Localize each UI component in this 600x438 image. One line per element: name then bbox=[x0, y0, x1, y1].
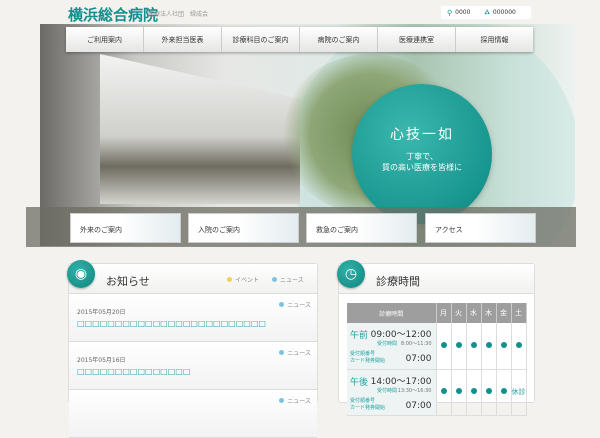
broadcast-icon: ◉ bbox=[67, 260, 95, 288]
sitemap-icon: ⛼ bbox=[484, 8, 490, 16]
available-dot bbox=[451, 369, 467, 416]
hospital-logo[interactable]: 横浜総合病院 bbox=[68, 4, 158, 25]
main-nav: ご利用案内 外来担当医表 診療科目のご案内 病院のご案内 医療連携室 採用情報 bbox=[66, 27, 533, 52]
hours-row-afternoon: 午後 14:00〜17:00 受付時間 13:30〜16:30 受付順番号 カード発券開始… bbox=[347, 369, 527, 416]
card-outpatient[interactable]: 外来のご案内 bbox=[70, 213, 181, 243]
available-dot bbox=[436, 323, 452, 370]
available-dot bbox=[466, 369, 482, 416]
hero-headline: 心技一如 bbox=[390, 127, 454, 143]
available-dot bbox=[451, 323, 467, 370]
hours-table: 診療時間月火水木金土 午前 09:00〜12:00 受付時間 8:00〜11:30 受付… bbox=[347, 303, 527, 416]
card-emergency[interactable]: 救急のご案内 bbox=[306, 213, 417, 243]
news-item[interactable]: ニュース 2015年05月20日 □□□□□□□□□□□□□□□□□□□□□□□□□ bbox=[69, 294, 317, 342]
access-link[interactable]: ⚲ 0000 bbox=[447, 9, 470, 17]
nav-about[interactable]: 病院のご案内 bbox=[300, 27, 378, 52]
news-item[interactable]: ニュース bbox=[69, 390, 317, 438]
clock-icon: ◷ bbox=[337, 260, 365, 288]
closed-label: 休診 bbox=[511, 369, 527, 416]
hero-tagline-1: 丁寧で、 bbox=[406, 152, 438, 161]
hours-panel: ◷ 診療時間 診療時間月火水木金土 午前 09:00〜12:00 受付時間 8:00〜… bbox=[337, 260, 535, 416]
nav-liaison[interactable]: 医療連携室 bbox=[378, 27, 456, 52]
hero-slogan-circle: 心技一如 丁寧で、質の高い医療を皆様に bbox=[352, 84, 492, 224]
news-title: お知らせ bbox=[106, 275, 150, 288]
news-link[interactable]: □□□□□□□□□□□□□□□ bbox=[77, 367, 190, 376]
hero-tagline-2: 質の高い医療を皆様に bbox=[382, 163, 462, 172]
map-pin-icon: ⚲ bbox=[447, 8, 453, 17]
available-dot bbox=[481, 323, 497, 370]
legend-event[interactable]: イベント bbox=[227, 275, 259, 284]
nav-recruit[interactable]: 採用情報 bbox=[456, 27, 533, 52]
card-inpatient[interactable]: 入院のご案内 bbox=[188, 213, 299, 243]
nav-guide[interactable]: ご利用案内 bbox=[66, 27, 144, 52]
available-dot bbox=[466, 323, 482, 370]
news-item[interactable]: ニュース 2015年05月16日 □□□□□□□□□□□□□□□ bbox=[69, 342, 317, 390]
news-panel: ◉ お知らせ イベント ニュース ニュース 2015年05月20日 □□□□□□□□… bbox=[67, 260, 318, 438]
available-dot bbox=[436, 369, 452, 416]
available-dot bbox=[481, 369, 497, 416]
nav-outpatient-doctors[interactable]: 外来担当医表 bbox=[144, 27, 222, 52]
hours-row-morning: 午前 09:00〜12:00 受付時間 8:00〜11:30 受付順番号 カード発券開始 0… bbox=[347, 323, 527, 370]
card-access[interactable]: アクセス bbox=[425, 213, 536, 243]
available-dot bbox=[496, 323, 512, 370]
legend-news[interactable]: ニュース bbox=[272, 275, 304, 284]
available-dot bbox=[511, 323, 527, 370]
sitemap-link[interactable]: ⛼ 000000 bbox=[484, 8, 515, 17]
nav-departments[interactable]: 診療科目のご案内 bbox=[222, 27, 300, 52]
hospital-building-image bbox=[100, 54, 300, 204]
hours-title: 診療時間 bbox=[376, 275, 420, 288]
available-dot bbox=[496, 369, 512, 416]
header-links: ⚲ 0000 ⛼ 000000 bbox=[441, 6, 531, 19]
corporation-name: 医療法人社団 緑成会 bbox=[148, 11, 209, 18]
news-link[interactable]: □□□□□□□□□□□□□□□□□□□□□□□□□ bbox=[77, 319, 266, 328]
